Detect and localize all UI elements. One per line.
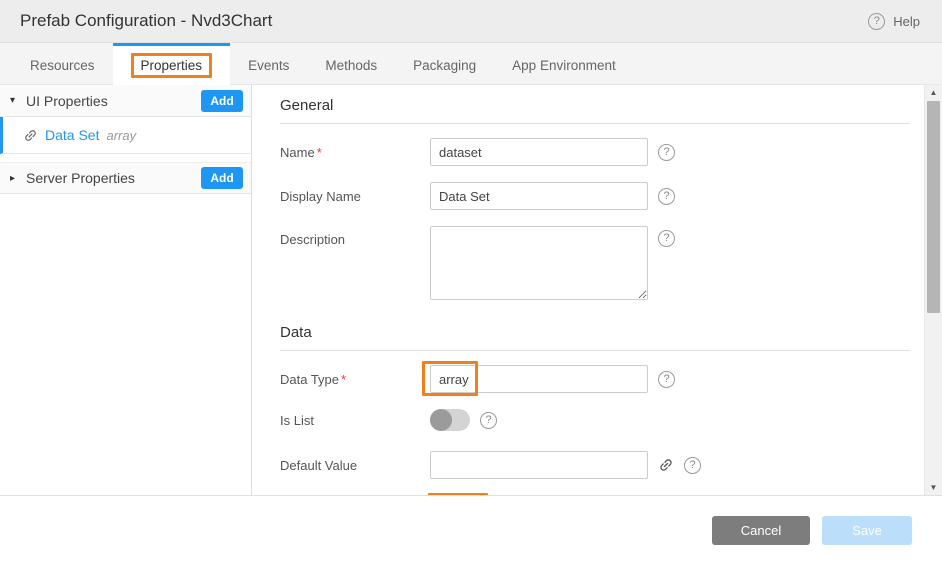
item-type-array: array xyxy=(106,128,136,143)
dialog-footer: Cancel Save xyxy=(0,495,942,561)
scroll-up-icon[interactable]: ▲ xyxy=(925,88,942,97)
caret-down-icon[interactable]: ▾ xyxy=(10,95,26,106)
dialog-titlebar: Prefab Configuration - Nvd3Chart ? Help xyxy=(0,0,942,43)
dialog-title: Prefab Configuration - Nvd3Chart xyxy=(20,11,272,31)
required-asterisk: * xyxy=(317,145,322,160)
tab-app-environment[interactable]: App Environment xyxy=(494,43,634,84)
default-value-input[interactable] xyxy=(430,451,648,479)
field-label-default-value: Default Value xyxy=(280,458,430,473)
field-row-display-name: Display Name ? xyxy=(280,182,910,210)
vertical-scrollbar[interactable]: ▲ ▼ xyxy=(924,85,942,495)
field-label-display-name: Display Name xyxy=(280,189,430,204)
group-label-ui-properties: UI Properties xyxy=(26,93,201,109)
section-title-general: General xyxy=(280,91,910,124)
field-row-default-value: Default Value ? xyxy=(280,451,910,479)
help-circle-icon[interactable]: ? xyxy=(658,188,675,205)
description-textarea[interactable] xyxy=(430,226,648,300)
display-name-input[interactable] xyxy=(430,182,648,210)
help-circle-icon[interactable]: ? xyxy=(480,412,497,429)
tab-bar: Resources Properties Events Methods Pack… xyxy=(0,43,942,85)
name-input[interactable] xyxy=(430,138,648,166)
properties-sidebar: ▾ UI Properties Add Data Set array ▸ Ser… xyxy=(0,85,252,495)
sidebar-item-data-set[interactable]: Data Set array xyxy=(0,117,251,154)
help-button[interactable]: ? Help xyxy=(868,13,920,30)
dialog-body: ▾ UI Properties Add Data Set array ▸ Ser… xyxy=(0,85,942,495)
cancel-button[interactable]: Cancel xyxy=(712,516,810,545)
prefab-configuration-dialog: Prefab Configuration - Nvd3Chart ? Help … xyxy=(0,0,942,562)
required-asterisk: * xyxy=(341,372,346,387)
field-row-name: Name* ? xyxy=(280,138,910,166)
group-label-server-properties: Server Properties xyxy=(26,170,201,186)
save-button[interactable]: Save xyxy=(822,516,912,545)
data-type-input[interactable] xyxy=(430,365,648,393)
annotation-box-binding-type xyxy=(428,493,488,495)
tab-resources[interactable]: Resources xyxy=(12,43,113,84)
add-ui-property-button[interactable]: Add xyxy=(201,90,243,112)
field-label-description: Description xyxy=(280,226,430,247)
help-circle-icon[interactable]: ? xyxy=(658,230,675,247)
section-title-data: Data xyxy=(280,318,910,351)
tab-events[interactable]: Events xyxy=(230,43,307,84)
tab-methods[interactable]: Methods xyxy=(307,43,395,84)
help-label: Help xyxy=(893,14,920,29)
scrollbar-thumb[interactable] xyxy=(927,101,940,313)
tab-properties[interactable]: Properties xyxy=(113,43,231,85)
field-row-is-list: Is List ? xyxy=(280,409,910,431)
help-circle-icon[interactable]: ? xyxy=(658,371,675,388)
item-label-data-set: Data Set xyxy=(45,127,99,143)
help-circle-icon: ? xyxy=(868,13,885,30)
field-label-name: Name* xyxy=(280,145,430,160)
tab-packaging[interactable]: Packaging xyxy=(395,43,494,84)
help-circle-icon[interactable]: ? xyxy=(684,457,701,474)
scroll-down-icon[interactable]: ▼ xyxy=(925,483,942,492)
field-label-data-type: Data Type* xyxy=(280,372,430,387)
field-row-data-type: Data Type* ? xyxy=(280,365,910,393)
property-form: General Name* ? Display Name ? Descripti xyxy=(252,85,924,495)
help-circle-icon[interactable]: ? xyxy=(658,144,675,161)
add-server-property-button[interactable]: Add xyxy=(201,167,243,189)
sidebar-group-ui-properties[interactable]: ▾ UI Properties Add xyxy=(0,85,251,117)
bind-link-icon[interactable] xyxy=(658,457,674,473)
link-icon xyxy=(23,128,38,143)
field-label-is-list: Is List xyxy=(280,413,430,428)
annotation-box-properties-tab: Properties xyxy=(131,53,213,78)
caret-right-icon[interactable]: ▸ xyxy=(10,173,26,184)
field-row-description: Description ? xyxy=(280,226,910,300)
is-list-toggle[interactable] xyxy=(430,409,470,431)
sidebar-group-server-properties[interactable]: ▸ Server Properties Add xyxy=(0,162,251,194)
toggle-knob xyxy=(430,409,452,431)
